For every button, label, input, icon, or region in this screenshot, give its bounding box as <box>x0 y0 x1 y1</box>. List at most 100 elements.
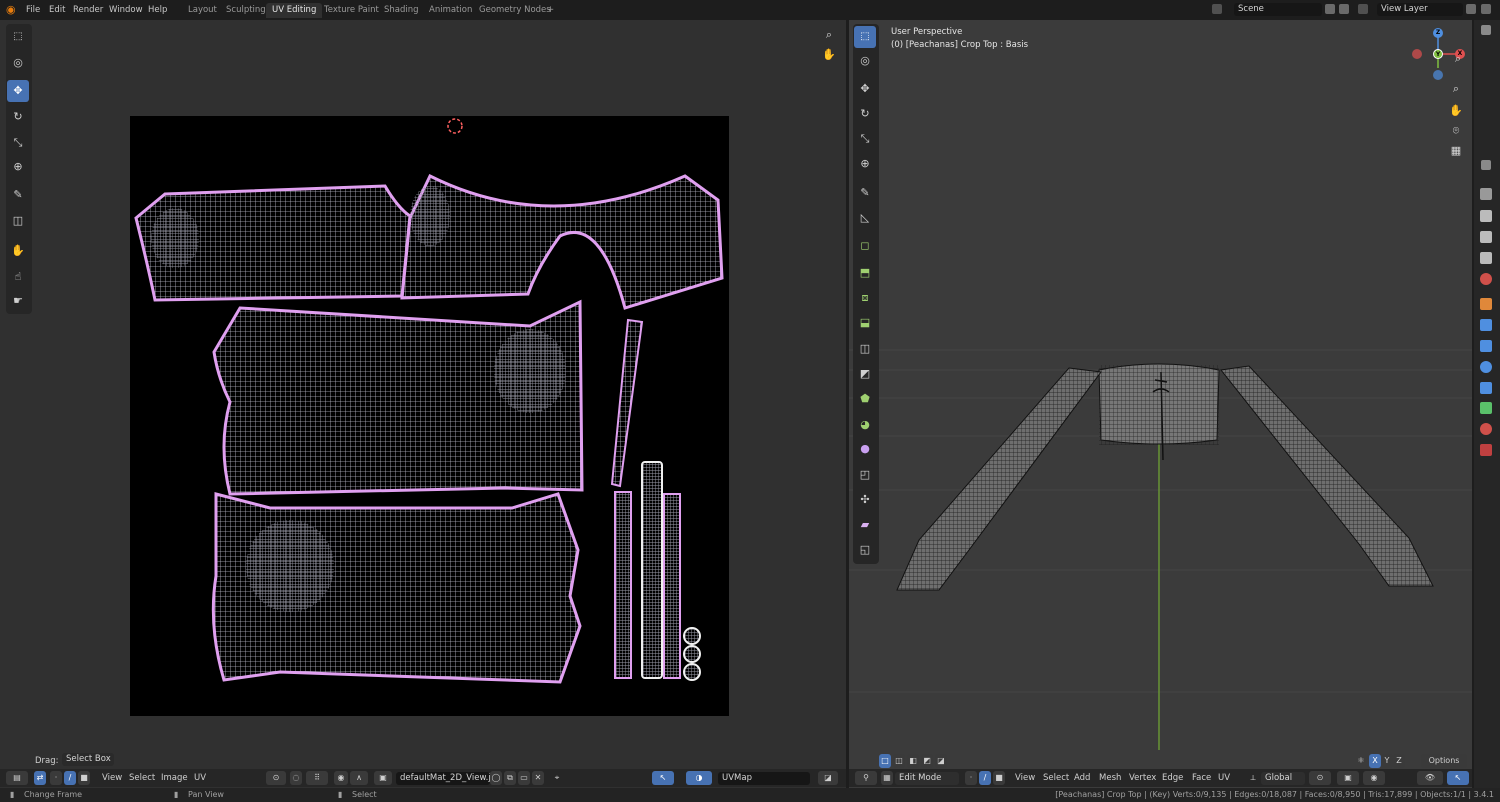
blender-logo-icon[interactable]: ◉ <box>6 3 16 17</box>
cursor-tool-icon[interactable]: ◎ <box>854 50 876 72</box>
mode-dropdown[interactable]: Edit Mode <box>895 772 959 785</box>
new-view-layer-icon[interactable] <box>1466 4 1476 14</box>
select-extend-icon[interactable]: ◫ <box>893 754 905 768</box>
menu-file[interactable]: File <box>26 3 40 17</box>
rip-region-tool-icon[interactable]: ◫ <box>7 210 29 232</box>
vp-menu-edge[interactable]: Edge <box>1162 772 1183 785</box>
scale-tool-icon[interactable]: ⤡ <box>7 132 29 154</box>
uv-menu-uv[interactable]: UV <box>194 772 206 785</box>
extrude-tool-icon[interactable]: ⬒ <box>854 262 876 284</box>
loop-cut-tool-icon[interactable]: ◫ <box>854 338 876 360</box>
menu-edit[interactable]: Edit <box>49 3 65 17</box>
annotate-tool-icon[interactable]: ✎ <box>854 182 876 204</box>
vp-menu-select[interactable]: Select <box>1043 772 1069 785</box>
fake-user-icon[interactable]: ◯ <box>490 771 502 785</box>
mirror-y-toggle[interactable]: Y <box>1381 754 1393 768</box>
cursor-tool-icon[interactable]: ◎ <box>7 52 29 74</box>
uv-image-canvas[interactable] <box>130 116 729 716</box>
vp-menu-mesh[interactable]: Mesh <box>1099 772 1121 785</box>
gizmo-y-axis[interactable]: Y <box>1433 49 1443 59</box>
rotate-tool-icon[interactable]: ↻ <box>7 106 29 128</box>
pivot-icon[interactable]: ⊙ <box>266 771 286 785</box>
editor-type-icon[interactable]: ⚲ <box>855 771 877 785</box>
unlink-image-icon[interactable]: ✕ <box>532 771 544 785</box>
options-dropdown[interactable]: Options <box>1421 754 1467 768</box>
menu-render[interactable]: Render <box>73 3 103 17</box>
vp-menu-view[interactable]: View <box>1015 772 1035 785</box>
pivot-point-icon[interactable]: ⊙ <box>1309 771 1331 785</box>
knife-tool-icon[interactable]: ◩ <box>854 363 876 385</box>
data-properties-icon[interactable] <box>1480 402 1492 414</box>
uv-menu-view[interactable]: View <box>102 772 122 785</box>
view-layer-field[interactable]: View Layer <box>1377 3 1463 16</box>
spin-tool-icon[interactable]: ◕ <box>854 414 876 436</box>
proportional-edit-icon[interactable]: ◉ <box>334 771 348 785</box>
move-tool-icon[interactable]: ✥ <box>7 80 29 102</box>
scale-tool-icon[interactable]: ⤡ <box>854 128 876 150</box>
transform-orientation-dropdown[interactable]: Global <box>1261 772 1305 785</box>
face-select-icon[interactable]: ■ <box>78 771 90 785</box>
select-subtract-icon[interactable]: ◧ <box>907 754 919 768</box>
menu-window[interactable]: Window <box>109 3 143 17</box>
inset-tool-icon[interactable]: ⧈ <box>854 287 876 309</box>
tab-layout[interactable]: Layout <box>182 3 223 18</box>
tab-texture-paint[interactable]: Texture Paint <box>318 3 385 18</box>
mirror-z-toggle[interactable]: Z <box>1393 754 1405 768</box>
physics-properties-icon[interactable] <box>1480 361 1492 373</box>
face-select-icon[interactable]: ■ <box>993 771 1005 785</box>
select-intersect-icon[interactable]: ◪ <box>935 754 947 768</box>
tab-shading[interactable]: Shading <box>378 3 425 18</box>
tab-sculpting[interactable]: Sculpting <box>220 3 272 18</box>
smooth-tool-icon[interactable]: ● <box>854 438 876 460</box>
transform-tool-icon[interactable]: ⊕ <box>854 153 876 175</box>
gizmo-toggle-icon[interactable]: ↖ <box>1447 771 1469 785</box>
sticky-select-icon[interactable]: ◌ <box>290 771 302 785</box>
pinch-tool-icon[interactable]: ☛ <box>7 290 29 312</box>
scene-field[interactable]: Scene <box>1234 3 1322 16</box>
proportional-edit-icon[interactable]: ◉ <box>1363 771 1385 785</box>
gizmo-toggle-icon[interactable]: ↖ <box>652 771 674 785</box>
pan-view-icon[interactable]: ✋ <box>820 46 838 64</box>
vp-menu-uv[interactable]: UV <box>1218 772 1230 785</box>
snap-icon[interactable]: ▣ <box>1337 771 1359 785</box>
constraints-properties-icon[interactable] <box>1480 382 1492 394</box>
gizmo-neg-x-icon[interactable] <box>1412 49 1422 59</box>
scene-icon[interactable] <box>1212 4 1222 14</box>
gizmo-z-axis[interactable]: Z <box>1433 28 1443 38</box>
vertex-select-icon[interactable]: · <box>50 771 62 785</box>
mirror-x-toggle[interactable]: X <box>1369 754 1381 768</box>
sync-selection-icon[interactable]: ⇄ <box>34 771 46 785</box>
edge-select-icon[interactable]: / <box>979 771 991 785</box>
image-browse-icon[interactable]: ▣ <box>374 771 392 785</box>
select-box-tool-icon[interactable]: ⬚ <box>854 26 876 48</box>
uv-menu-image[interactable]: Image <box>161 772 188 785</box>
pan-view-icon[interactable]: ✋ <box>1447 102 1465 120</box>
move-tool-icon[interactable]: ✥ <box>854 78 876 100</box>
object-properties-icon[interactable] <box>1480 298 1492 310</box>
vertex-select-icon[interactable]: · <box>965 771 977 785</box>
open-image-icon[interactable]: ▭ <box>518 771 530 785</box>
rotate-tool-icon[interactable]: ↻ <box>854 103 876 125</box>
material-properties-icon[interactable] <box>1480 423 1492 435</box>
drag-select-dropdown[interactable]: Select Box <box>62 753 114 766</box>
modifier-properties-icon[interactable] <box>1480 319 1492 331</box>
select-invert-icon[interactable]: ◩ <box>921 754 933 768</box>
edge-slide-tool-icon[interactable]: ◰ <box>854 464 876 486</box>
orientation-icon[interactable]: ⟂ <box>1247 771 1259 785</box>
relax-tool-icon[interactable]: ☝ <box>7 266 29 288</box>
camera-view-icon[interactable]: ⌾ <box>1447 122 1465 140</box>
view-layer-properties-icon[interactable] <box>1480 252 1492 264</box>
new-image-icon[interactable]: ⧉ <box>504 771 516 785</box>
render-properties-icon[interactable] <box>1480 210 1492 222</box>
annotate-tool-icon[interactable]: ✎ <box>7 184 29 206</box>
properties-editor-icon[interactable] <box>1481 160 1491 170</box>
3d-viewport[interactable]: User Perspective (0) [Peachanas] Crop To… <box>849 20 1472 788</box>
view-layer-icon[interactable] <box>1358 4 1368 14</box>
output-properties-icon[interactable] <box>1480 231 1492 243</box>
vp-menu-add[interactable]: Add <box>1074 772 1090 785</box>
grab-tool-icon[interactable]: ✋ <box>7 240 29 262</box>
pin-icon[interactable]: ⌖ <box>550 771 564 785</box>
zoom-view-icon[interactable]: ⌕ <box>1449 50 1467 68</box>
edge-select-icon[interactable]: / <box>64 771 76 785</box>
transform-tool-icon[interactable]: ⊕ <box>7 156 29 178</box>
